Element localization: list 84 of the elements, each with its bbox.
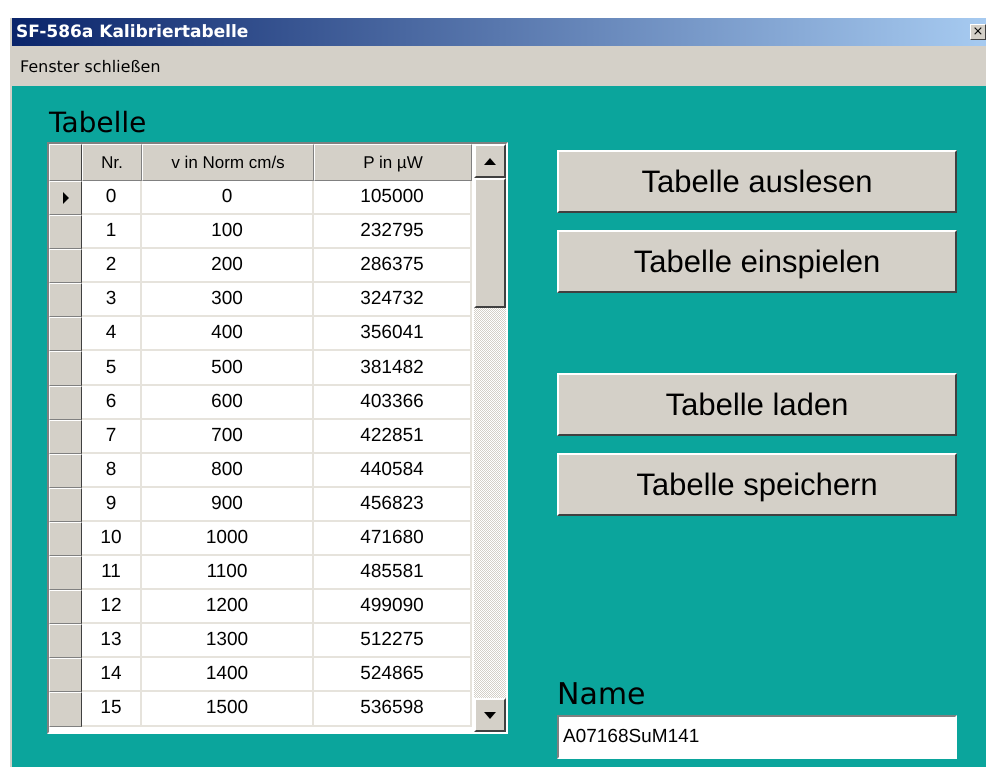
action-button[interactable]: Tabelle einspielen bbox=[557, 230, 957, 293]
table-cell: 324732 bbox=[314, 283, 472, 318]
table-cell: 471680 bbox=[314, 522, 472, 556]
table-cell: 499090 bbox=[314, 590, 472, 624]
scroll-down-button[interactable] bbox=[474, 698, 506, 732]
table-cell: 400 bbox=[142, 317, 314, 352]
table-cell: 232795 bbox=[314, 215, 472, 250]
table-cell: 13 bbox=[82, 624, 142, 658]
name-field[interactable]: A07168SuM141 bbox=[557, 715, 957, 759]
table-cell: 15 bbox=[82, 692, 142, 726]
row-header[interactable] bbox=[49, 420, 82, 454]
column-header[interactable]: P in µW bbox=[314, 144, 472, 181]
table-title: Tabelle bbox=[48, 105, 148, 141]
window-title: SF-586a Kalibriertabelle bbox=[16, 22, 248, 42]
action-button[interactable]: Tabelle laden bbox=[557, 373, 957, 436]
table-cell: 11 bbox=[82, 556, 142, 590]
table-cell: 14 bbox=[82, 658, 142, 692]
table-cell: 700 bbox=[142, 420, 314, 454]
row-header[interactable] bbox=[49, 283, 82, 318]
table-cell: 12 bbox=[82, 590, 142, 624]
table-cell: 7 bbox=[82, 420, 142, 454]
table-cell: 2 bbox=[82, 249, 142, 284]
table-cell: 800 bbox=[142, 454, 314, 488]
table-cell: 1400 bbox=[142, 658, 314, 692]
table-cell: 105000 bbox=[314, 181, 472, 216]
table-cell: 10 bbox=[82, 522, 142, 556]
table-cell: 500 bbox=[142, 351, 314, 386]
name-label: Name bbox=[557, 676, 647, 714]
row-header[interactable] bbox=[49, 692, 82, 726]
row-header[interactable] bbox=[49, 556, 82, 590]
close-button[interactable]: × bbox=[970, 24, 986, 40]
row-header[interactable] bbox=[49, 215, 82, 250]
row-header[interactable] bbox=[49, 181, 82, 216]
row-header[interactable] bbox=[49, 624, 82, 658]
table-cell: 0 bbox=[142, 181, 314, 216]
table-cell: 403366 bbox=[314, 386, 472, 420]
table-cell: 524865 bbox=[314, 658, 472, 692]
table-cell: 440584 bbox=[314, 454, 472, 488]
table-cell: 900 bbox=[142, 488, 314, 522]
table-cell: 300 bbox=[142, 283, 314, 318]
table-cell: 100 bbox=[142, 215, 314, 250]
table-cell: 9 bbox=[82, 488, 142, 522]
row-header[interactable] bbox=[49, 351, 82, 386]
table-cell: 512275 bbox=[314, 624, 472, 658]
row-header[interactable] bbox=[49, 590, 82, 624]
menu-item[interactable]: Fenster schließen bbox=[20, 56, 160, 76]
row-pointer-icon bbox=[62, 192, 70, 204]
table-cell: 485581 bbox=[314, 556, 472, 590]
row-header[interactable] bbox=[49, 317, 82, 352]
table-cell: 8 bbox=[82, 454, 142, 488]
table-cell: 1 bbox=[82, 215, 142, 250]
row-header[interactable] bbox=[49, 386, 82, 420]
row-header[interactable] bbox=[49, 454, 82, 488]
table-cell: 3 bbox=[82, 283, 142, 318]
table-cell: 1000 bbox=[142, 522, 314, 556]
row-header[interactable] bbox=[49, 522, 82, 556]
table-cell: 1300 bbox=[142, 624, 314, 658]
table-cell: 4 bbox=[82, 317, 142, 352]
table-cell: 422851 bbox=[314, 420, 472, 454]
table-cell: 536598 bbox=[314, 692, 472, 726]
scroll-thumb[interactable] bbox=[474, 178, 506, 308]
row-header[interactable] bbox=[49, 249, 82, 284]
action-button[interactable]: Tabelle speichern bbox=[557, 453, 957, 516]
table-cell: 1200 bbox=[142, 590, 314, 624]
row-header[interactable] bbox=[49, 488, 82, 522]
column-header[interactable]: Nr. bbox=[82, 144, 142, 181]
table-cell: 356041 bbox=[314, 317, 472, 352]
up-arrow-icon bbox=[484, 158, 496, 164]
scroll-up-button[interactable] bbox=[474, 144, 506, 178]
down-arrow-icon bbox=[484, 712, 496, 718]
column-header[interactable]: v in Norm cm/s bbox=[142, 144, 314, 181]
table-cell: 0 bbox=[82, 181, 142, 216]
row-header[interactable] bbox=[49, 658, 82, 692]
scrollbar[interactable] bbox=[474, 144, 506, 732]
table-cell: 286375 bbox=[314, 249, 472, 284]
table-cell: 6 bbox=[82, 386, 142, 420]
action-button[interactable]: Tabelle auslesen bbox=[557, 150, 957, 213]
table-cell: 1500 bbox=[142, 692, 314, 726]
table-cell: 600 bbox=[142, 386, 314, 420]
table-cell: 381482 bbox=[314, 351, 472, 386]
table-cell: 200 bbox=[142, 249, 314, 284]
table-cell: 5 bbox=[82, 351, 142, 386]
table-cell: 456823 bbox=[314, 488, 472, 522]
table-cell: 1100 bbox=[142, 556, 314, 590]
